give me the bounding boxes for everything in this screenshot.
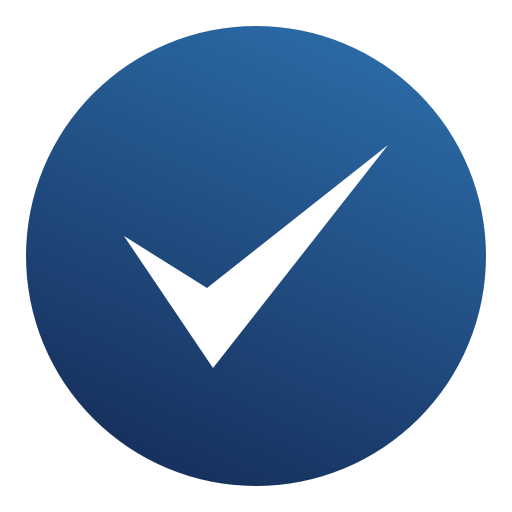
icon-canvas: [0, 0, 512, 512]
checkmark-circle-icon: [26, 26, 486, 486]
